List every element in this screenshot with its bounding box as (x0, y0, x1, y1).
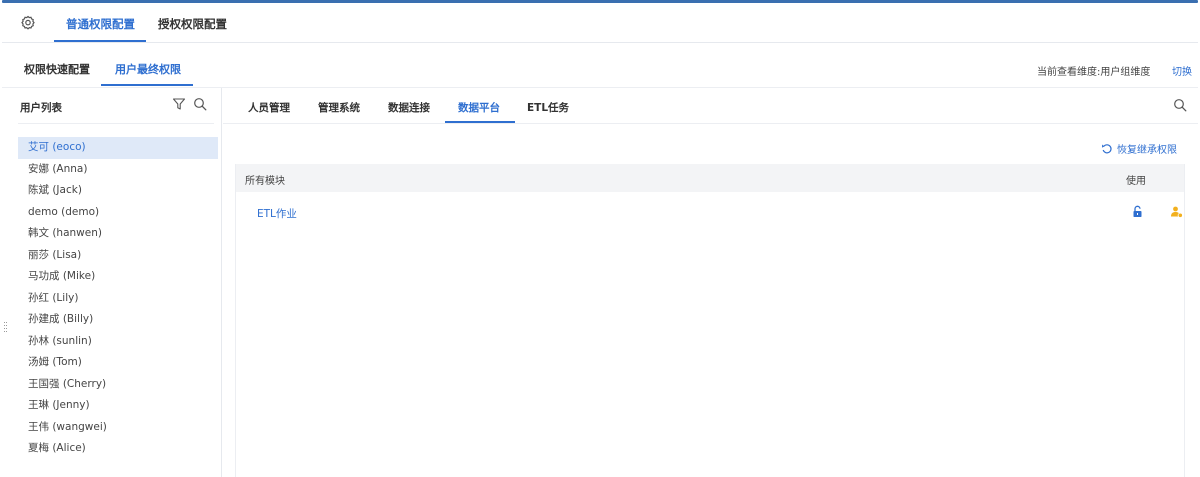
user-list-item[interactable]: 夏梅 (Alice) (18, 438, 218, 460)
left-resize-handle[interactable] (4, 322, 8, 334)
module-tab-bar: 人员管理 管理系统 数据连接 数据平台 ETL任务 (223, 88, 1198, 124)
user-list-item[interactable]: 韩文 (hanwen) (18, 223, 218, 245)
column-header-use: 使用 (1126, 176, 1146, 187)
tab-personnel-management[interactable]: 人员管理 (248, 100, 290, 115)
user-list-item[interactable]: 孙红 (Lily) (18, 288, 218, 310)
app-window: 普通权限配置 授权权限配置 权限快速配置 用户最终权限 当前查看维度:用户组维度… (0, 0, 1200, 477)
user-list-item[interactable]: 孙林 (sunlin) (18, 331, 218, 353)
restore-label: 恢复继承权限 (1117, 145, 1177, 156)
tab-user-final-permission[interactable]: 用户最终权限 (115, 61, 181, 77)
user-list: 艾可 (eoco) 安娜 (Anna) 陈斌 (Jack) demo (demo… (18, 137, 218, 460)
restore-inherited-permission-button[interactable]: 恢复继承权限 (1101, 141, 1177, 156)
tab-etl-tasks[interactable]: ETL任务 (527, 100, 569, 115)
user-icon[interactable] (1170, 205, 1183, 218)
user-list-item[interactable]: 王琳 (Jenny) (18, 395, 218, 417)
tab-normal-permission-config[interactable]: 普通权限配置 (66, 16, 135, 32)
filter-icon[interactable] (172, 97, 186, 111)
switch-dimension-link[interactable]: 切换 (1172, 63, 1192, 78)
user-list-panel: 用户列表 艾可 (eoco) 安娜 (Anna) 陈斌 (Jack) demo … (2, 88, 222, 477)
top-bar: 普通权限配置 授权权限配置 (2, 3, 1198, 43)
search-icon[interactable] (193, 97, 207, 111)
permission-table: 所有模块 使用 ETL作业 (235, 164, 1185, 477)
tab-data-platform[interactable]: 数据平台 (458, 100, 500, 115)
user-list-item[interactable]: 安娜 (Anna) (18, 159, 218, 181)
unlock-icon[interactable] (1131, 205, 1144, 218)
panel-divider (18, 123, 214, 124)
user-list-item[interactable]: 王国强 (Cherry) (18, 374, 218, 396)
user-list-item[interactable]: 孙建成 (Billy) (18, 309, 218, 331)
module-name[interactable]: ETL作业 (257, 206, 297, 221)
tab-authorization-permission-config[interactable]: 授权权限配置 (158, 16, 227, 32)
gear-icon[interactable] (20, 15, 36, 31)
tab-data-connection[interactable]: 数据连接 (388, 100, 430, 115)
search-icon[interactable] (1173, 98, 1187, 112)
active-module-tab-indicator (445, 121, 515, 123)
permission-panel: 人员管理 管理系统 数据连接 数据平台 ETL任务 恢复继承权限 所有模块 使用 (223, 88, 1198, 477)
user-list-item[interactable]: 王伟 (wangwei) (18, 417, 218, 439)
user-list-item[interactable]: 陈斌 (Jack) (18, 180, 218, 202)
restore-icon (1102, 143, 1112, 153)
tab-management-system[interactable]: 管理系统 (318, 100, 360, 115)
active-subtab-indicator (101, 84, 193, 86)
tab-quick-config[interactable]: 权限快速配置 (24, 61, 90, 77)
user-list-item[interactable]: demo (demo) (18, 202, 218, 224)
table-header: 所有模块 使用 (236, 164, 1184, 192)
table-row: ETL作业 (236, 192, 1184, 234)
current-dimension-text: 当前查看维度:用户组维度 (1037, 67, 1151, 78)
active-tab-indicator (54, 40, 146, 42)
column-header-module: 所有模块 (245, 176, 285, 187)
user-list-item[interactable]: 马功成 (Mike) (18, 266, 218, 288)
user-list-title: 用户列表 (20, 102, 62, 114)
user-list-item[interactable]: 丽莎 (Lisa) (18, 245, 218, 267)
user-list-item[interactable]: 汤姆 (Tom) (18, 352, 218, 374)
sub-tab-bar: 权限快速配置 用户最终权限 当前查看维度:用户组维度 切换 (2, 44, 1198, 88)
user-list-item[interactable]: 艾可 (eoco) (18, 137, 218, 159)
